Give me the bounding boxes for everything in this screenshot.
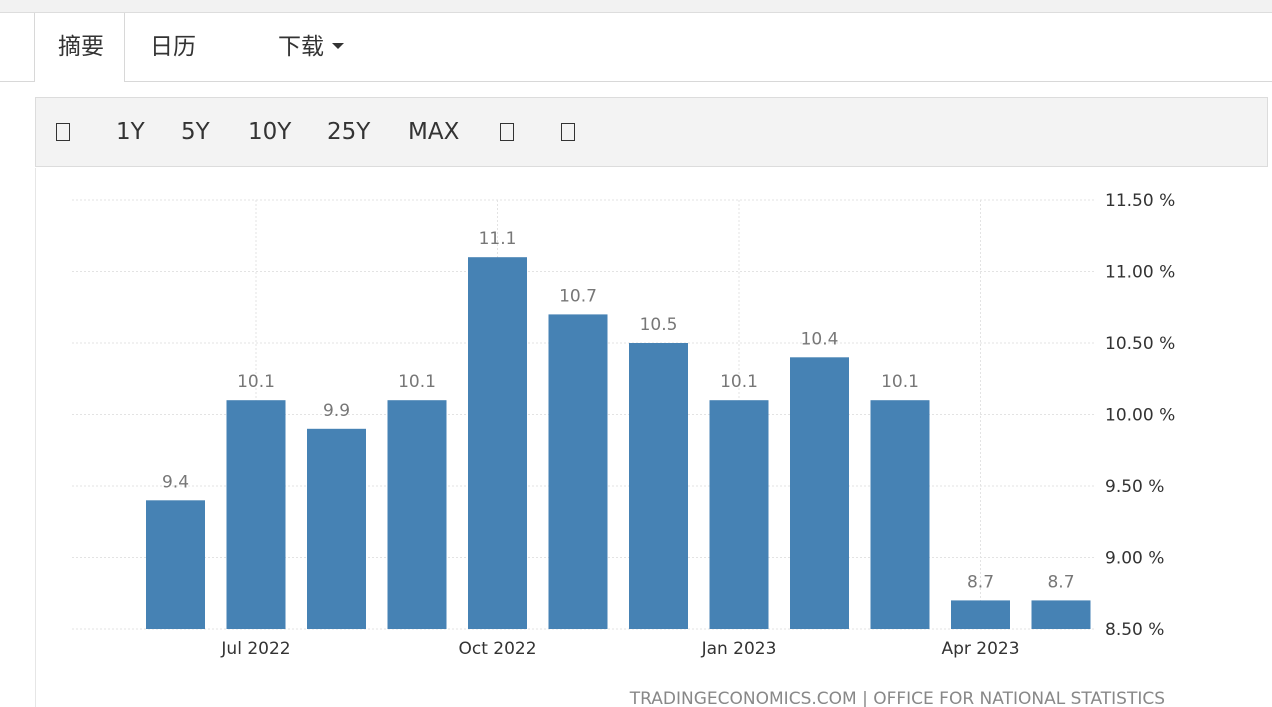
bar (1031, 600, 1091, 629)
x-tick-label: Apr 2023 (941, 639, 1019, 659)
data-label: 10.5 (640, 315, 678, 335)
tab-calendar[interactable]: 日历 (150, 31, 196, 63)
y-tick-label: 10.00 % (1105, 406, 1175, 426)
tab-summary[interactable]: 摘要 (58, 31, 104, 63)
tab-summary-label: 摘要 (58, 34, 104, 60)
y-tick-label: 11.00 % (1105, 263, 1175, 283)
bar (790, 357, 849, 629)
bar (951, 600, 1010, 629)
data-label: 8.7 (1047, 572, 1074, 592)
range-5y-button[interactable]: 5Y (181, 115, 210, 149)
bar-chart: 8.50 % 9.00 % 9.50 % 10.00 % 10.50 % 11.00 % 1… (72, 191, 1175, 707)
bar (468, 257, 527, 629)
range-1y-button[interactable]: 1Y (116, 115, 145, 149)
x-tick-label: Jul 2022 (220, 639, 290, 659)
chart-type-icon[interactable] (500, 123, 514, 141)
data-label: 10.1 (398, 372, 436, 392)
range-25y-button[interactable]: 25Y (327, 115, 370, 149)
data-label: 9.4 (162, 472, 189, 492)
range-max-button[interactable]: MAX (408, 115, 459, 149)
chevron-down-icon (332, 42, 344, 49)
y-tick-label: 9.50 % (1105, 477, 1164, 497)
tab-download-label: 下载 (278, 34, 324, 60)
bar (870, 400, 930, 629)
data-label: 10.4 (801, 329, 839, 349)
tab-calendar-label: 日历 (150, 34, 196, 60)
y-tick-label: 11.50 % (1105, 191, 1175, 211)
data-label: 9.9 (323, 401, 350, 421)
data-label: 10.7 (559, 286, 597, 306)
y-tick-label: 10.50 % (1105, 334, 1175, 354)
calendar-icon[interactable] (56, 123, 70, 141)
bar (548, 314, 608, 629)
settings-icon[interactable] (561, 123, 575, 141)
bar (629, 343, 688, 629)
data-label: 10.1 (720, 372, 758, 392)
bar (709, 400, 769, 629)
x-tick-label: Oct 2022 (458, 639, 536, 659)
source-credit: TRADINGECONOMICS.COM | OFFICE FOR NATION… (629, 689, 1165, 707)
data-label: 10.1 (881, 372, 919, 392)
top-strip (0, 0, 1272, 13)
y-tick-label: 8.50 % (1105, 620, 1164, 640)
data-label: 10.1 (237, 372, 275, 392)
bar (387, 400, 447, 629)
chart-toolbar: 1Y 5Y 10Y 25Y MAX (35, 97, 1268, 167)
bar (146, 500, 205, 629)
bar (226, 400, 286, 629)
data-label: 11.1 (479, 229, 517, 249)
bar (307, 428, 366, 629)
range-10y-button[interactable]: 10Y (248, 115, 291, 149)
data-label: 8.7 (967, 572, 994, 592)
tab-download[interactable]: 下载 (278, 31, 344, 63)
y-tick-label: 9.00 % (1105, 549, 1164, 569)
chart-area: 8.50 % 9.00 % 9.50 % 10.00 % 10.50 % 11.00 % 1… (35, 168, 1268, 707)
x-tick-label: Jan 2023 (701, 639, 777, 659)
